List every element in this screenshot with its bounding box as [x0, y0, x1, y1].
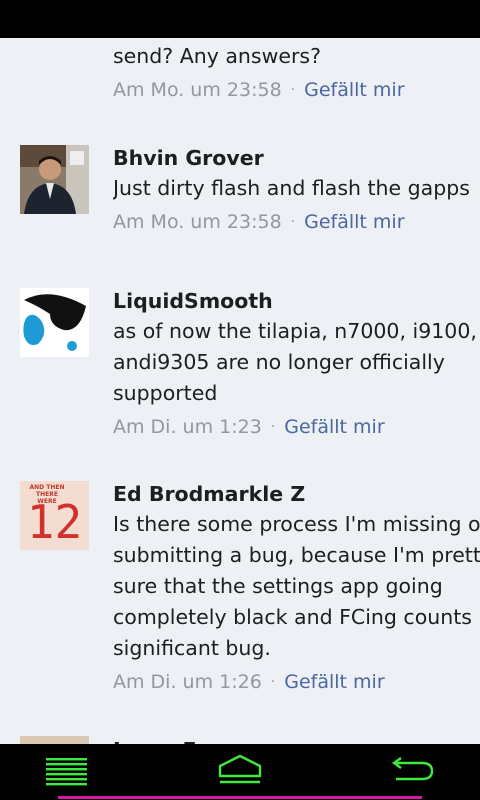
nav-accent-line: [58, 796, 422, 799]
separator-dot: ·: [270, 674, 276, 690]
like-link[interactable]: Gefällt mir: [304, 211, 404, 233]
comment-meta: Am Mo. um 23:58 · Gefällt mir: [113, 207, 480, 237]
separator-dot: ·: [290, 214, 296, 230]
comment-text-line: submitting a bug, because I'm prett: [113, 543, 480, 567]
avatar[interactable]: [20, 288, 89, 357]
separator-dot: ·: [290, 82, 296, 98]
comment-text: Is there some process I'm missing o subm…: [113, 509, 480, 664]
comment-text-line: send? Any answers?: [113, 44, 321, 68]
comment-time: Am Mo. um 23:58: [113, 79, 282, 101]
comment-author[interactable]: Bhvin Grover: [113, 143, 480, 173]
like-link[interactable]: Gefällt mir: [304, 79, 404, 101]
comment-meta: Am Di. um 1:26 · Gefällt mir: [113, 667, 480, 697]
comment-text-line: andi9305 are no longer officially: [113, 350, 445, 374]
comment-text-line: supported: [113, 381, 218, 405]
avatar[interactable]: [20, 145, 89, 214]
comment-meta: Am Di. um 1:23 · Gefällt mir: [113, 412, 480, 442]
comment-feed[interactable]: send? Any answers? Am Mo. um 23:58 · Gefäl…: [0, 38, 480, 744]
menu-button[interactable]: [45, 756, 89, 786]
back-icon: [391, 757, 434, 781]
menu-icon: [46, 758, 87, 786]
comment-time: Am Di. um 1:23: [113, 416, 262, 438]
back-button[interactable]: [391, 756, 436, 786]
comment-text-line: Just dirty flash and flash the gapps: [113, 176, 470, 200]
navigation-bar: [0, 744, 480, 800]
comment-author[interactable]: LiquidSmooth: [113, 286, 480, 316]
separator-dot: ·: [270, 419, 276, 435]
comment-author[interactable]: Ed Brodmarkle Z: [113, 479, 480, 509]
avatar-number: 12: [26, 495, 83, 549]
like-link[interactable]: Gefällt mir: [284, 416, 384, 438]
comment-author[interactable]: Jason Freeman: [113, 735, 480, 744]
status-bar: [0, 0, 480, 38]
comment-text-line: sure that the settings app going: [113, 574, 443, 598]
home-button[interactable]: [218, 754, 262, 784]
comment-text-line: as of now the tilapia, n7000, i9100,: [113, 319, 477, 343]
comment-text-line: significant bug.: [113, 636, 271, 660]
comment-time: Am Di. um 1:26: [113, 671, 262, 693]
comment-text-line: completely black and FCing counts: [113, 605, 472, 629]
comment-meta: Am Mo. um 23:58 · Gefällt mir: [113, 75, 480, 105]
avatar[interactable]: [20, 736, 89, 744]
home-icon: [218, 754, 262, 784]
comment-text: as of now the tilapia, n7000, i9100, and…: [113, 316, 480, 409]
comment-text: Just dirty flash and flash the gapps: [113, 173, 480, 204]
comment-text: send? Any answers?: [113, 41, 480, 72]
like-link[interactable]: Gefällt mir: [284, 671, 384, 693]
avatar[interactable]: AND THEN THERE WERE 12: [20, 481, 89, 550]
comment-time: Am Mo. um 23:58: [113, 211, 282, 233]
comment-text-line: Is there some process I'm missing o: [113, 512, 480, 536]
